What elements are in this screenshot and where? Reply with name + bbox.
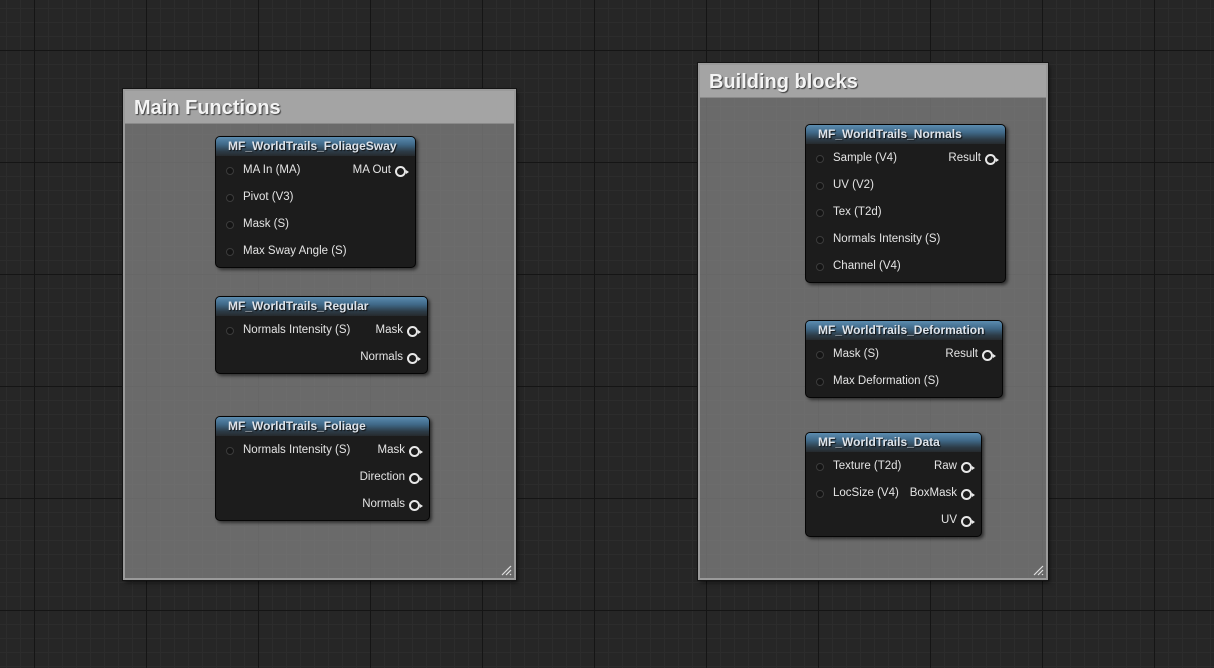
output-pin-label: MA Out bbox=[352, 164, 391, 176]
input-pin-label: Mask (S) bbox=[243, 218, 289, 230]
comment-title[interactable]: Main Functions bbox=[125, 91, 514, 124]
pin-row: MA In (MA) MA Out bbox=[216, 157, 415, 184]
input-pin-label: Channel (V4) bbox=[833, 260, 901, 272]
pin-row: LocSize (V4) BoxMask bbox=[806, 480, 981, 507]
output-pin-label: UV bbox=[941, 514, 957, 526]
pin-row: UV (V2) bbox=[806, 172, 1005, 199]
input-pin-icon[interactable] bbox=[816, 463, 824, 471]
pin-row: Max Sway Angle (S) bbox=[216, 238, 415, 265]
material-function-node-regular[interactable]: MF_WorldTrails_Regular Normals Intensity… bbox=[215, 296, 428, 374]
resize-handle-icon[interactable] bbox=[1032, 564, 1044, 576]
pin-row: Normals Intensity (S) Mask bbox=[216, 437, 429, 464]
material-function-node-data[interactable]: MF_WorldTrails_Data Texture (T2d) Raw Lo… bbox=[805, 432, 982, 537]
input-pin-label: Normals Intensity (S) bbox=[243, 324, 351, 336]
input-pin-icon[interactable] bbox=[816, 209, 824, 217]
node-title[interactable]: MF_WorldTrails_FoliageSway bbox=[216, 137, 415, 156]
node-title[interactable]: MF_WorldTrails_Normals bbox=[806, 125, 1005, 144]
pin-row: Normals Intensity (S) Mask bbox=[216, 317, 427, 344]
material-function-node-foliage[interactable]: MF_WorldTrails_Foliage Normals Intensity… bbox=[215, 416, 430, 521]
output-pin-label: Mask bbox=[377, 444, 405, 456]
pin-row: Channel (V4) bbox=[806, 253, 1005, 280]
pin-row: Normals Intensity (S) bbox=[806, 226, 1005, 253]
input-pin-label: UV (V2) bbox=[833, 179, 874, 191]
input-pin-icon[interactable] bbox=[816, 378, 824, 386]
node-title[interactable]: MF_WorldTrails_Deformation bbox=[806, 321, 1002, 340]
output-pin-icon[interactable] bbox=[395, 166, 409, 177]
input-pin-label: Sample (V4) bbox=[833, 152, 897, 164]
pin-row: Normals bbox=[216, 491, 429, 518]
output-pin-icon[interactable] bbox=[409, 473, 423, 484]
material-function-node-foliagesway[interactable]: MF_WorldTrails_FoliageSway MA In (MA) MA… bbox=[215, 136, 416, 268]
node-title[interactable]: MF_WorldTrails_Regular bbox=[216, 297, 427, 316]
pin-row: Normals bbox=[216, 344, 427, 371]
pin-row: Pivot (V3) bbox=[216, 184, 415, 211]
input-pin-icon[interactable] bbox=[226, 194, 234, 202]
output-pin-icon[interactable] bbox=[409, 500, 423, 511]
input-pin-icon[interactable] bbox=[816, 490, 824, 498]
output-pin-label: Direction bbox=[359, 471, 405, 483]
output-pin-icon[interactable] bbox=[961, 462, 975, 473]
input-pin-label: Tex (T2d) bbox=[833, 206, 882, 218]
output-pin-icon[interactable] bbox=[407, 326, 421, 337]
output-pin-label: Normals bbox=[362, 498, 405, 510]
node-title[interactable]: MF_WorldTrails_Foliage bbox=[216, 417, 429, 436]
output-pin-icon[interactable] bbox=[409, 446, 423, 457]
input-pin-label: Max Sway Angle (S) bbox=[243, 245, 347, 257]
input-pin-icon[interactable] bbox=[226, 447, 234, 455]
resize-handle-icon[interactable] bbox=[500, 564, 512, 576]
output-pin-label: Result bbox=[945, 348, 978, 360]
pin-row: Direction bbox=[216, 464, 429, 491]
comment-title[interactable]: Building blocks bbox=[700, 65, 1046, 98]
input-pin-icon[interactable] bbox=[816, 263, 824, 271]
input-pin-icon[interactable] bbox=[226, 167, 234, 175]
node-title[interactable]: MF_WorldTrails_Data bbox=[806, 433, 981, 452]
input-pin-label: Normals Intensity (S) bbox=[833, 233, 941, 245]
input-pin-icon[interactable] bbox=[816, 155, 824, 163]
material-function-node-normals[interactable]: MF_WorldTrails_Normals Sample (V4) Resul… bbox=[805, 124, 1006, 283]
input-pin-icon[interactable] bbox=[226, 327, 234, 335]
input-pin-label: Mask (S) bbox=[833, 348, 879, 360]
material-function-node-deformation[interactable]: MF_WorldTrails_Deformation Mask (S) Resu… bbox=[805, 320, 1003, 398]
output-pin-icon[interactable] bbox=[985, 154, 999, 165]
output-pin-label: Result bbox=[948, 152, 981, 164]
input-pin-label: MA In (MA) bbox=[243, 164, 301, 176]
output-pin-icon[interactable] bbox=[407, 353, 421, 364]
output-pin-label: Normals bbox=[360, 351, 403, 363]
pin-row: Max Deformation (S) bbox=[806, 368, 1002, 395]
output-pin-label: Raw bbox=[933, 460, 957, 472]
pin-row: UV bbox=[806, 507, 981, 534]
input-pin-label: Max Deformation (S) bbox=[833, 375, 940, 387]
pin-row: Mask (S) bbox=[216, 211, 415, 238]
input-pin-label: LocSize (V4) bbox=[833, 487, 899, 499]
input-pin-label: Normals Intensity (S) bbox=[243, 444, 351, 456]
output-pin-label: BoxMask bbox=[909, 487, 957, 499]
input-pin-icon[interactable] bbox=[226, 248, 234, 256]
input-pin-icon[interactable] bbox=[816, 236, 824, 244]
output-pin-icon[interactable] bbox=[961, 489, 975, 500]
input-pin-icon[interactable] bbox=[816, 182, 824, 190]
pin-row: Tex (T2d) bbox=[806, 199, 1005, 226]
input-pin-icon[interactable] bbox=[226, 221, 234, 229]
pin-row: Sample (V4) Result bbox=[806, 145, 1005, 172]
input-pin-label: Pivot (V3) bbox=[243, 191, 294, 203]
input-pin-icon[interactable] bbox=[816, 351, 824, 359]
pin-row: Texture (T2d) Raw bbox=[806, 453, 981, 480]
input-pin-label: Texture (T2d) bbox=[833, 460, 902, 472]
output-pin-icon[interactable] bbox=[982, 350, 996, 361]
output-pin-label: Mask bbox=[375, 324, 403, 336]
pin-row: Mask (S) Result bbox=[806, 341, 1002, 368]
output-pin-icon[interactable] bbox=[961, 516, 975, 527]
